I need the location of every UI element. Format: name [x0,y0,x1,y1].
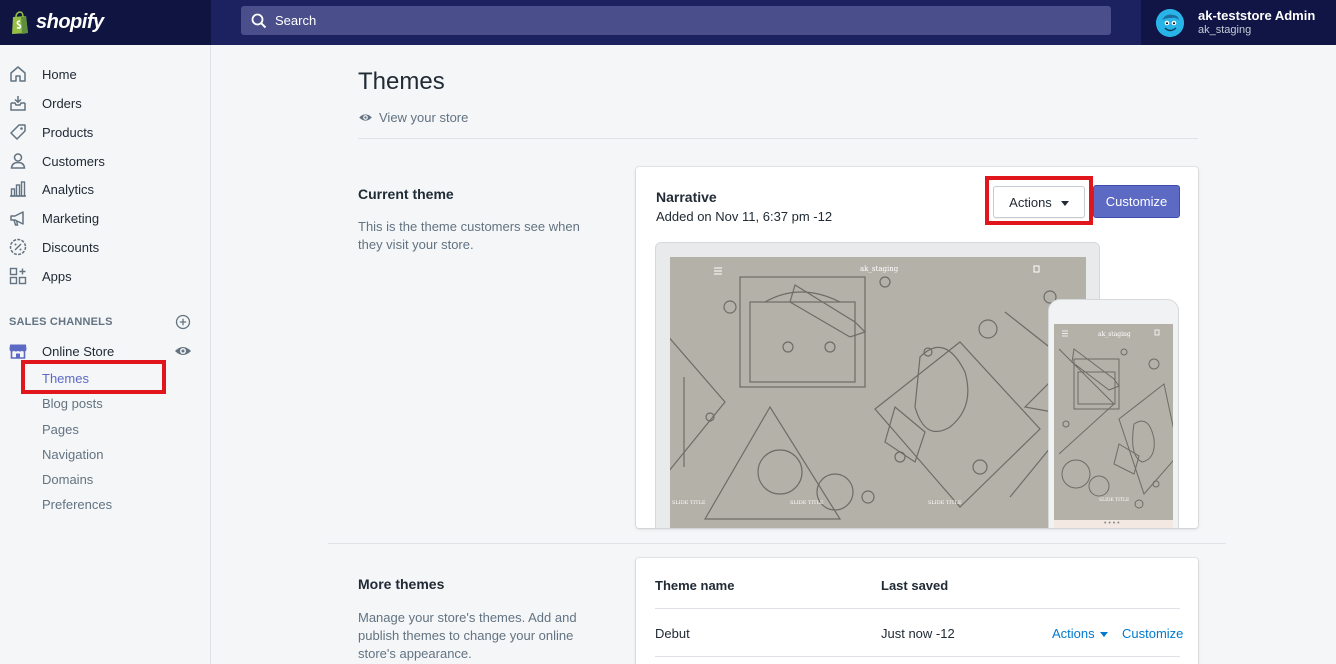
shopify-logo[interactable]: shopify [0,0,211,45]
sidebar-item-marketing[interactable]: Marketing [8,207,203,229]
apps-icon [8,266,28,286]
more-themes-description: Manage your store's themes. Add and publ… [358,610,577,661]
discount-icon [8,237,28,257]
account-store: ak_staging [1198,24,1252,36]
theme-preview: ak_staging SLIDE TITLE SLIDE TITLE SLIDE… [655,242,1181,528]
sidebar-item-customers[interactable]: Customers [8,150,203,172]
sidebar-subitem-preferences[interactable]: Preferences [42,497,112,512]
view-store-label: View your store [379,110,469,125]
sidebar-item-discounts[interactable]: Discounts [8,236,203,258]
actions-highlight-box [985,176,1093,225]
more-themes-heading: More themes [358,576,445,592]
view-online-store-icon[interactable] [174,344,192,358]
person-icon [8,151,28,171]
avatar [1156,8,1184,37]
search-bar[interactable]: Search [241,6,1111,35]
sidebar-item-label: Customers [42,153,105,169]
current-theme-added: Added on Nov 11, 6:37 pm -12 [656,209,833,224]
sidebar-item-label: Orders [42,95,82,111]
sidebar-item-analytics[interactable]: Analytics [8,178,203,200]
account-menu[interactable]: ak-teststore Admin ak_staging [1141,0,1336,45]
view-store-link[interactable]: View your store [358,110,468,125]
column-header-last-saved: Last saved [881,578,949,593]
mobile-preview-dots: • • • • [1104,520,1120,527]
sidebar-subitem-navigation[interactable]: Navigation [42,447,103,462]
mobile-preview-footer: • • • • [1054,520,1173,528]
sidebar-item-label: Marketing [42,210,100,226]
preview-store-name: ak_staging [860,265,899,273]
sidebar-item-label: Home [42,66,77,82]
top-bar: shopify Search ak-teststore Admin ak_sta… [0,0,1336,45]
store-icon [8,341,28,361]
sidebar-item-label: Products [42,124,94,140]
page-title: Themes [358,68,445,95]
current-theme-name: Narrative [656,189,717,205]
sidebar-item-home[interactable]: Home [8,63,203,85]
home-icon [8,64,28,84]
shopify-bag-icon [10,10,30,35]
current-theme-heading: Current theme [358,186,454,202]
add-sales-channel-icon[interactable] [175,314,191,330]
customize-button[interactable]: Customize [1093,185,1180,218]
theme-row-actions-label: Actions [1052,626,1095,641]
theme-row-last-saved: Just now -12 [881,626,955,641]
preview-slide-title-1: SLIDE TITLE [672,500,706,506]
theme-row-actions-link[interactable]: Actions [1052,626,1108,641]
mobile-preview-store-name: ak_staging [1098,331,1131,338]
mobile-preview-screen: ak_staging SLIDE TITLE [1054,324,1173,524]
sidebar-item-orders[interactable]: Orders [8,92,203,114]
column-header-theme-name: Theme name [655,578,735,593]
sidebar-item-label: Online Store [42,343,115,359]
sidebar-subitem-pages[interactable]: Pages [42,422,79,437]
sidebar-subitem-domains[interactable]: Domains [42,472,93,487]
sidebar-item-label: Discounts [42,239,100,255]
sidebar-item-label: Analytics [42,181,95,197]
mobile-preview-frame: ak_staging SLIDE TITLE • • • • [1048,299,1179,528]
account-text: ak-teststore Admin ak_staging [1198,9,1315,36]
theme-row-customize-link[interactable]: Customize [1122,626,1183,641]
desktop-preview-frame: ak_staging SLIDE TITLE SLIDE TITLE SLIDE… [655,242,1100,528]
shopify-wordmark: shopify [36,11,104,33]
search-placeholder: Search [275,13,317,28]
current-theme-description: This is the theme customers see when the… [358,219,580,252]
eye-icon [359,114,372,121]
bar-chart-icon [8,179,28,199]
header-divider [358,138,1198,139]
preview-slide-title-2: SLIDE TITLE [790,500,824,506]
megaphone-icon [8,208,28,228]
mobile-preview-slide-title: SLIDE TITLE [1099,498,1130,503]
desktop-preview-screen: ak_staging SLIDE TITLE SLIDE TITLE SLIDE… [670,257,1086,528]
current-theme-card: Narrative Added on Nov 11, 6:37 pm -12 A… [636,167,1198,528]
sidebar-subitem-blog-posts[interactable]: Blog posts [42,396,103,411]
table-row-divider [655,656,1180,657]
theme-row-name: Debut [655,626,690,641]
more-themes-card: Theme name Last saved Debut Just now -12… [636,558,1198,664]
orders-icon [8,93,28,113]
sidebar-item-apps[interactable]: Apps [8,265,203,287]
sidebar-item-label: Apps [42,268,72,284]
table-header-divider [655,608,1180,609]
themes-highlight-box [21,360,166,394]
search-icon [251,13,267,28]
caret-down-icon [1099,632,1108,637]
account-name: ak-teststore Admin [1198,8,1316,23]
section-divider [328,543,1226,544]
tag-icon [8,122,28,142]
preview-slide-title-3: SLIDE TITLE [928,500,962,506]
sidebar-item-products[interactable]: Products [8,121,203,143]
sidebar: Home Orders Products Customers Analytics… [0,45,211,664]
